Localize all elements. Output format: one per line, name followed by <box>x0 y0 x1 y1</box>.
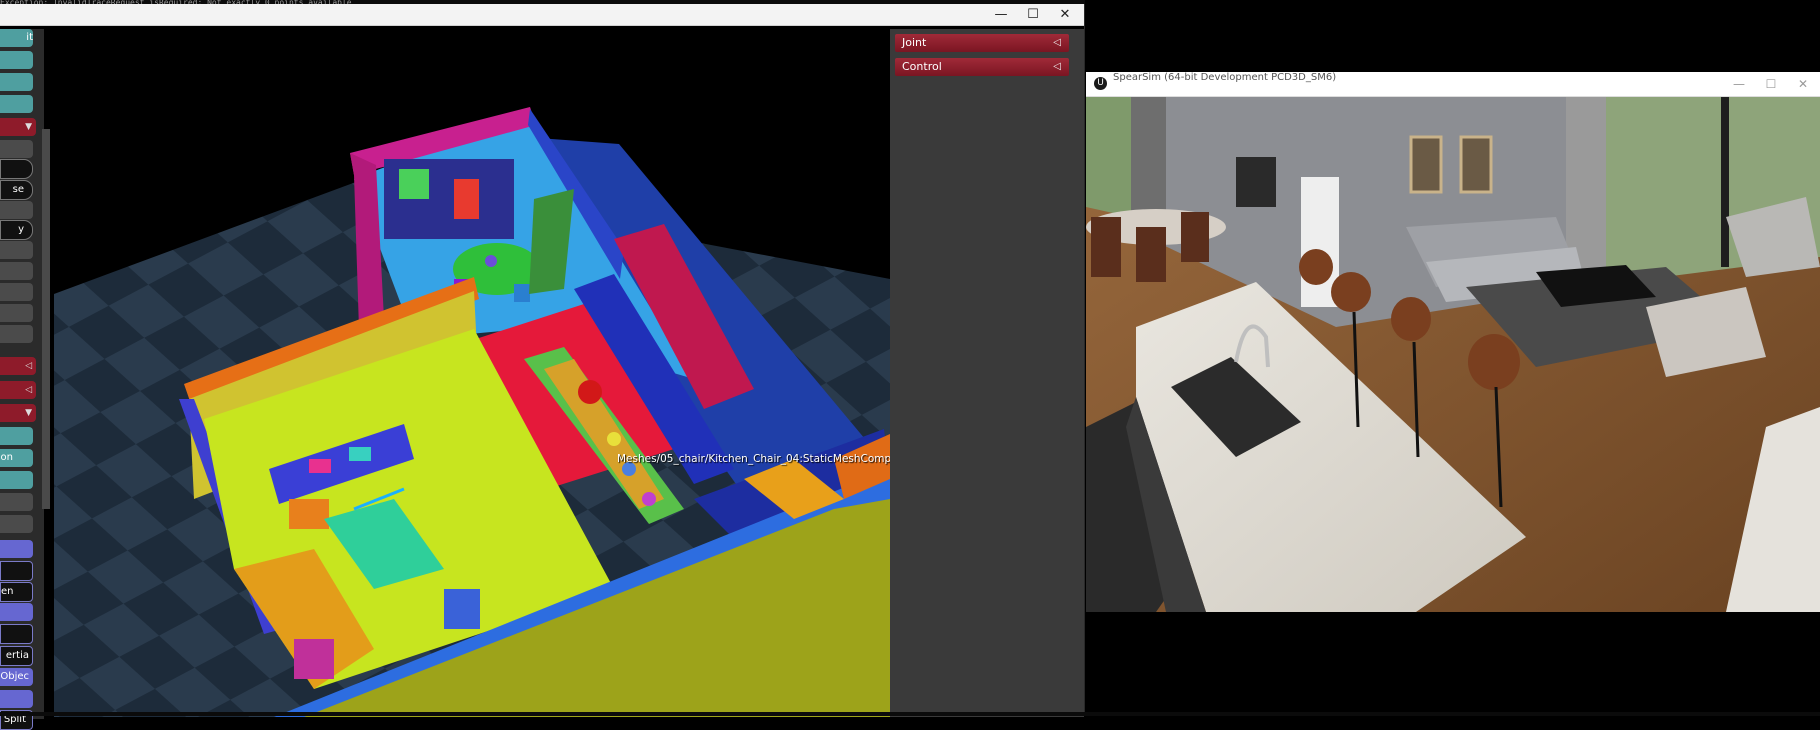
left-panel-item[interactable] <box>0 471 33 489</box>
left-panel-button[interactable]: se <box>0 180 33 200</box>
minimize-button[interactable]: — <box>986 4 1016 25</box>
left-panel-item[interactable] <box>0 515 33 533</box>
left-panel-item[interactable] <box>0 140 33 158</box>
left-panel-section-header[interactable]: ▼ <box>0 404 36 422</box>
left-panel-item[interactable] <box>0 283 33 301</box>
left-panel-item[interactable] <box>0 201 33 219</box>
sim-3d-viewport[interactable]: Meshes/05_chair/Kitchen_Chair_04:StaticM… <box>54 29 890 717</box>
left-panel-item[interactable] <box>0 427 33 445</box>
left-panel-scrollbar[interactable] <box>42 129 50 509</box>
left-panel-item[interactable] <box>0 603 33 621</box>
picture-frame <box>1459 135 1493 194</box>
left-panel-button[interactable]: y <box>0 220 33 240</box>
selected-chair-marker <box>578 380 602 404</box>
joint-section-header[interactable]: Joint ◁ <box>895 34 1069 52</box>
left-panel-label: ertia <box>5 650 29 661</box>
segmentation-scene <box>54 107 890 717</box>
left-panel-item[interactable] <box>0 51 33 69</box>
bar-stool <box>1299 249 1333 285</box>
left-panel-item[interactable] <box>0 493 33 511</box>
left-panel-item[interactable]: on <box>0 449 33 467</box>
collapse-triangle-icon: ▼ <box>25 122 32 132</box>
chair <box>514 284 530 302</box>
armchair <box>294 639 334 679</box>
collapse-triangle-icon: ◁ <box>1053 61 1061 72</box>
window-left <box>1086 97 1131 217</box>
left-panel-label: y <box>18 224 24 235</box>
mesh-hover-label: Meshes/05_chair/Kitchen_Chair_04:StaticM… <box>617 453 890 465</box>
furniture <box>399 169 429 199</box>
dining-chair <box>1091 217 1121 277</box>
left-panel-item[interactable]: Objec <box>0 668 33 686</box>
left-panel-label: se <box>12 184 24 195</box>
right-side-panel: Joint ◁ Control ◁ <box>890 29 1084 717</box>
left-panel-item[interactable] <box>0 624 33 644</box>
cushion <box>349 447 371 461</box>
window-frame <box>1721 97 1729 267</box>
collapse-triangle-icon: ▼ <box>25 408 32 418</box>
maximize-button[interactable]: ☐ <box>1755 72 1787 96</box>
left-panel-item[interactable] <box>0 690 33 708</box>
control-section-label: Control <box>902 60 942 73</box>
left-panel-item[interactable] <box>0 304 33 322</box>
left-panel-item[interactable] <box>0 540 33 558</box>
armchair <box>444 589 480 629</box>
maximize-button[interactable]: ☐ <box>1018 4 1048 25</box>
dining-chair <box>1181 212 1209 262</box>
dining-chair <box>1136 227 1166 282</box>
left-panel-section-header[interactable]: ▼ <box>0 118 36 136</box>
left-panel-button[interactable] <box>0 159 33 179</box>
left-panel-item[interactable] <box>0 262 33 280</box>
spearsim-window: U SpearSim (64-bit Development PCD3D_SM6… <box>1086 72 1820 612</box>
cushion <box>309 459 331 473</box>
left-panel-item[interactable] <box>0 95 33 113</box>
collapse-triangle-icon: ◁ <box>25 385 32 395</box>
spearsim-render-view[interactable] <box>1086 97 1820 612</box>
rendered-living-room <box>1086 97 1820 612</box>
collapse-triangle-icon: ◁ <box>1053 37 1061 48</box>
bar-stool <box>1468 334 1520 390</box>
left-panel-item[interactable] <box>0 561 33 581</box>
left-panel-label: en <box>1 586 14 597</box>
bar-stool <box>1391 297 1431 341</box>
armchair <box>289 499 329 529</box>
left-panel-item[interactable]: it <box>0 29 33 47</box>
vase <box>485 255 497 267</box>
left-panel-item[interactable]: ertia <box>0 646 33 666</box>
left-panel-item[interactable] <box>0 325 33 343</box>
unreal-app-icon: U <box>1094 77 1107 90</box>
sim-viewer-window: — ☐ ✕ it ▼ se y ◁ ◁ ▼ on en ertia Objec … <box>0 4 1085 730</box>
left-panel-label: on <box>0 452 13 463</box>
close-button[interactable]: ✕ <box>1050 4 1080 25</box>
sim-window-titlebar[interactable]: — ☐ ✕ <box>0 4 1084 26</box>
left-panel-section-header[interactable]: ◁ <box>0 381 36 399</box>
bar-stool <box>1331 272 1371 312</box>
picture-frame <box>1236 157 1276 207</box>
left-panel-item[interactable]: en <box>0 582 33 602</box>
control-section-header[interactable]: Control ◁ <box>895 58 1069 76</box>
stool <box>642 492 656 506</box>
spearsim-title: SpearSim (64-bit Development PCD3D_SM6) <box>1113 72 1337 83</box>
furniture <box>454 179 479 219</box>
close-button[interactable]: ✕ <box>1787 72 1819 96</box>
left-panel-section-header[interactable]: ◁ <box>0 357 36 375</box>
left-side-panel: it ▼ se y ◁ ◁ ▼ on en ertia Objec Split <box>0 29 50 730</box>
joint-section-label: Joint <box>902 36 927 49</box>
terminal-bottom <box>0 712 1820 716</box>
spearsim-titlebar[interactable]: U SpearSim (64-bit Development PCD3D_SM6… <box>1086 72 1820 97</box>
stool <box>607 432 621 446</box>
picture-frame <box>1409 135 1443 194</box>
left-panel-item[interactable] <box>0 241 33 259</box>
left-panel-item[interactable] <box>0 73 33 91</box>
minimize-button[interactable]: — <box>1723 72 1755 96</box>
collapse-triangle-icon: ◁ <box>25 361 32 371</box>
left-panel-label: Objec <box>0 671 29 682</box>
